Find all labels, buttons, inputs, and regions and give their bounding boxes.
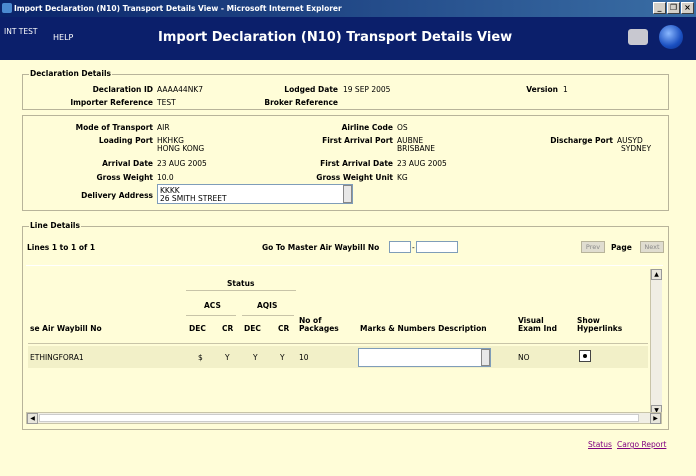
status-underline: [186, 290, 296, 291]
lodged-date-label: Lodged Date: [284, 85, 338, 94]
aqis-cr-cell: Y: [280, 353, 285, 362]
transport-details-section: Mode of Transport AIR Airline Code OS Lo…: [22, 115, 669, 211]
printer-icon[interactable]: [628, 29, 648, 45]
line-details-legend: Line Details: [29, 221, 81, 230]
close-button[interactable]: ×: [681, 2, 694, 14]
next-button[interactable]: Next: [640, 241, 664, 253]
packages-header-2: Packages: [299, 324, 339, 333]
gross-weight-label: Gross Weight: [96, 173, 153, 182]
version-value: 1: [563, 85, 568, 94]
window-titlebar: Import Declaration (N10) Transport Detai…: [0, 0, 696, 17]
declaration-id-value: AAAA44NK7: [157, 85, 203, 94]
declaration-id-label: Declaration ID: [92, 85, 153, 94]
first-arrival-date-value: 23 AUG 2005: [397, 159, 447, 168]
globe-icon: [659, 25, 683, 49]
app-header: INT TEST HELP Import Declaration (N10) T…: [0, 17, 696, 60]
page-label: Page: [611, 243, 632, 252]
delivery-address-scroll[interactable]: [343, 185, 352, 203]
window-title: Import Declaration (N10) Transport Detai…: [14, 4, 342, 13]
acs-cr-cell: Y: [225, 353, 230, 362]
delivery-address-field[interactable]: KKKK 26 SMITH STREET: [157, 184, 353, 204]
mode-of-transport-label: Mode of Transport: [75, 123, 153, 132]
mode-of-transport-value: AIR: [157, 123, 170, 132]
acs-dec-header: DEC: [189, 324, 206, 333]
goto-waybill-label: Go To Master Air Waybill No: [262, 243, 380, 252]
acs-header: ACS: [204, 301, 221, 310]
importer-reference-label: Importer Reference: [70, 98, 153, 107]
arrival-date-value: 23 AUG 2005: [157, 159, 207, 168]
table-row: ETHINGFORA1 $ Y Y Y 10 NO: [28, 346, 648, 368]
discharge-port-name: SYDNEY: [621, 144, 652, 153]
app-name: INT TEST: [4, 27, 38, 36]
version-label: Version: [526, 85, 558, 94]
aqis-dec-cell: Y: [253, 353, 258, 362]
scroll-right-arrow-icon[interactable]: ▶: [650, 413, 661, 424]
aqis-underline: [242, 315, 294, 316]
show-hyperlinks-radio[interactable]: [579, 350, 591, 362]
window-controls: _ ❐ ×: [653, 2, 694, 14]
goto-waybill-input-2[interactable]: [416, 241, 458, 253]
delivery-address-label: Delivery Address: [81, 191, 153, 200]
packages-cell: 10: [299, 353, 309, 362]
grid-horizontal-scrollbar[interactable]: ◀ ▶: [26, 412, 662, 424]
delivery-address-line2: 26 SMITH STREET: [160, 194, 227, 203]
visual-exam-cell: NO: [518, 353, 530, 362]
ie-logo-icon: [2, 3, 12, 13]
first-arrival-date-label: First Arrival Date: [320, 159, 393, 168]
lines-count-text: Lines 1 to 1 of 1: [27, 243, 96, 252]
maximize-button[interactable]: ❐: [667, 2, 680, 14]
marks-header: Marks & Numbers Description: [360, 324, 487, 333]
marks-scroll[interactable]: [481, 349, 490, 366]
status-link[interactable]: Status: [588, 440, 612, 449]
grid-vertical-scrollbar[interactable]: ▲ ▼: [650, 269, 662, 416]
marks-textarea[interactable]: [358, 348, 491, 367]
show-hyperlinks-header-2: Hyperlinks: [577, 324, 623, 333]
aqis-dec-header: DEC: [244, 324, 261, 333]
visual-exam-header-2: Exam Ind: [518, 324, 557, 333]
scroll-up-arrow-icon[interactable]: ▲: [651, 269, 662, 280]
first-arrival-port-label: First Arrival Port: [322, 136, 393, 145]
header-underline: [28, 343, 648, 344]
prev-button[interactable]: Prev: [581, 241, 605, 253]
airline-code-value: OS: [397, 123, 408, 132]
first-arrival-port-name: BRISBANE: [397, 144, 435, 153]
horizontal-scroll-thumb[interactable]: [39, 414, 639, 422]
main-content: Declaration Details Declaration ID AAAA4…: [0, 60, 696, 476]
gross-weight-unit-label: Gross Weight Unit: [316, 173, 393, 182]
lodged-date-value: 19 SEP 2005: [343, 85, 391, 94]
acs-dec-cell: $: [198, 353, 203, 362]
declaration-details-legend: Declaration Details: [29, 69, 112, 78]
importer-reference-value: TEST: [157, 98, 176, 107]
declaration-details-section: Declaration Details Declaration ID AAAA4…: [22, 69, 669, 110]
goto-waybill-input-1[interactable]: [389, 241, 411, 253]
waybill-header: se Air Waybill No: [30, 324, 102, 333]
aqis-header: AQIS: [257, 301, 278, 310]
goto-waybill-separator: -: [412, 243, 415, 252]
minimize-button[interactable]: _: [653, 2, 666, 14]
cargo-report-link[interactable]: Cargo Report: [617, 440, 666, 449]
airline-code-label: Airline Code: [341, 123, 393, 132]
acs-cr-header: CR: [222, 324, 234, 333]
gross-weight-value: 10.0: [157, 173, 174, 182]
loading-port-name: HONG KONG: [157, 144, 205, 153]
status-header: Status: [227, 279, 255, 288]
radio-dot-icon: [583, 354, 587, 358]
loading-port-label: Loading Port: [98, 136, 153, 145]
waybill-cell: ETHINGFORA1: [30, 353, 84, 362]
acs-underline: [186, 315, 236, 316]
discharge-port-label: Discharge Port: [550, 136, 613, 145]
page-title: Import Declaration (N10) Transport Detai…: [158, 30, 513, 45]
help-link[interactable]: HELP: [53, 33, 73, 42]
broker-reference-label: Broker Reference: [264, 98, 338, 107]
gross-weight-unit-value: KG: [397, 173, 408, 182]
arrival-date-label: Arrival Date: [102, 159, 153, 168]
aqis-cr-header: CR: [278, 324, 290, 333]
scroll-left-arrow-icon[interactable]: ◀: [27, 413, 38, 424]
